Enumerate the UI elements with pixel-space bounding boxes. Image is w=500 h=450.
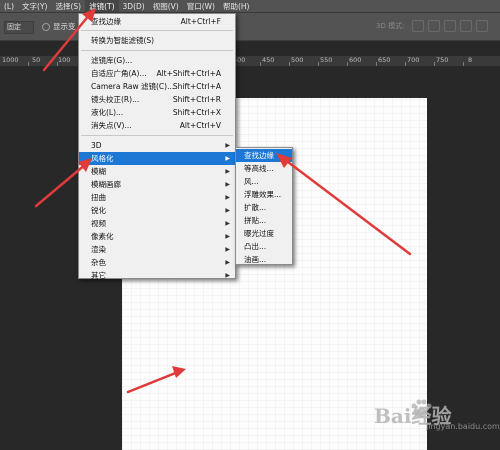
submenu-arrow-icon: ▶ bbox=[225, 155, 230, 162]
mode-select[interactable]: 固定 bbox=[4, 21, 34, 34]
menu-item-distort[interactable]: 扭曲 ▶ bbox=[79, 191, 235, 204]
menu-item-pixelate[interactable]: 像素化 ▶ bbox=[79, 230, 235, 243]
menu-item-camera-raw[interactable]: Camera Raw 滤镜(C)... Shift+Ctrl+A bbox=[79, 80, 235, 93]
menu-item-blur[interactable]: 模糊 ▶ bbox=[79, 165, 235, 178]
menu-item-noise[interactable]: 杂色 ▶ bbox=[79, 256, 235, 269]
filter-dropdown-menu: 查找边缘 Alt+Ctrl+F 转换为智能滤镜(S) 滤镜库(G)... 自适应广… bbox=[78, 13, 236, 282]
watermark-url: jingyan.baidu.com bbox=[426, 422, 500, 431]
submenu-item-find-edges[interactable]: 查找边缘 bbox=[236, 149, 292, 162]
submenu-arrow-icon: ▶ bbox=[225, 142, 230, 149]
ruler-tick-label: 450 bbox=[262, 56, 275, 64]
menu-item-stylize[interactable]: 风格化 ▶ bbox=[79, 152, 235, 165]
menu-item-type[interactable]: 文字(Y) bbox=[18, 0, 51, 12]
menu-item-liquify[interactable]: 液化(L)... Shift+Ctrl+X bbox=[79, 106, 235, 119]
submenu-arrow-icon: ▶ bbox=[225, 220, 230, 227]
menu-item-blur-gallery[interactable]: 模糊画廊 ▶ bbox=[79, 178, 235, 191]
submenu-item-emboss[interactable]: 浮雕效果... bbox=[236, 188, 292, 201]
menu-bar: (L) 文字(Y) 选择(S) 滤镜(T) 3D(D) 视图(V) 窗口(W) … bbox=[0, 0, 500, 13]
menu-item-window[interactable]: 窗口(W) bbox=[183, 0, 219, 12]
slide-3d-icon[interactable] bbox=[460, 20, 472, 32]
stylize-submenu: 查找边缘 等高线... 风... 浮雕效果... 扩散... 拼贴... 曝光过… bbox=[235, 147, 293, 265]
menu-item-edit-partial[interactable]: (L) bbox=[0, 0, 18, 12]
ruler-tick-label: 50 bbox=[32, 56, 41, 64]
ruler-tick-label: 8 bbox=[468, 56, 473, 64]
drag-3d-icon[interactable] bbox=[444, 20, 456, 32]
submenu-item-solarize[interactable]: 曝光过度 bbox=[236, 227, 292, 240]
menu-item-view[interactable]: 视图(V) bbox=[149, 0, 183, 12]
submenu-arrow-icon: ▶ bbox=[225, 168, 230, 175]
submenu-arrow-icon: ▶ bbox=[225, 181, 230, 188]
ruler-tick-label: 500 bbox=[291, 56, 304, 64]
ruler-tick-label: 100 bbox=[58, 56, 71, 64]
menu-separator bbox=[81, 135, 233, 136]
ruler-tick-label: 550 bbox=[320, 56, 333, 64]
menu-item-3d[interactable]: 3D ▶ bbox=[79, 139, 235, 152]
roll-3d-icon[interactable] bbox=[428, 20, 440, 32]
submenu-item-diffuse[interactable]: 扩散... bbox=[236, 201, 292, 214]
menu-item-video[interactable]: 视频 ▶ bbox=[79, 217, 235, 230]
options-bar: 固定 显示变 3D 模式: bbox=[0, 13, 500, 41]
ruler-tick-label: 750 bbox=[436, 56, 449, 64]
submenu-item-oil-paint[interactable]: 油画... bbox=[236, 253, 292, 266]
menu-item-filter[interactable]: 滤镜(T) bbox=[85, 0, 119, 12]
submenu-arrow-icon: ▶ bbox=[225, 259, 230, 266]
show-transform-checkbox[interactable] bbox=[42, 23, 50, 31]
menu-item-render[interactable]: 渲染 ▶ bbox=[79, 243, 235, 256]
submenu-item-wind[interactable]: 风... bbox=[236, 175, 292, 188]
submenu-item-tiles[interactable]: 拼贴... bbox=[236, 214, 292, 227]
submenu-arrow-icon: ▶ bbox=[225, 233, 230, 240]
submenu-arrow-icon: ▶ bbox=[225, 207, 230, 214]
submenu-item-extrude[interactable]: 凸出... bbox=[236, 240, 292, 253]
menu-item-select[interactable]: 选择(S) bbox=[51, 0, 85, 12]
menu-item-3d[interactable]: 3D(D) bbox=[119, 0, 149, 12]
menu-item-sharpen[interactable]: 锐化 ▶ bbox=[79, 204, 235, 217]
show-transform-label: 显示变 bbox=[53, 22, 76, 31]
menu-item-last-filter[interactable]: 查找边缘 Alt+Ctrl+F bbox=[79, 15, 235, 28]
ruler-tick-label: 600 bbox=[349, 56, 362, 64]
ruler-tick-label: 1000 bbox=[2, 56, 19, 64]
baidu-jingyan-watermark: Bai经验 jingyan.baidu.com bbox=[368, 392, 500, 442]
menu-item-vanishing-point[interactable]: 消失点(V)... Alt+Ctrl+V bbox=[79, 119, 235, 132]
menu-item-lens-correction[interactable]: 镜头校正(R)... Shift+Ctrl+R bbox=[79, 93, 235, 106]
menu-item-other[interactable]: 其它 ▶ bbox=[79, 269, 235, 282]
menu-separator bbox=[81, 50, 233, 51]
ruler-tick-label: 700 bbox=[407, 56, 420, 64]
ruler-tick-label: 650 bbox=[378, 56, 391, 64]
mode-3d-label: 3D 模式: bbox=[376, 22, 405, 30]
submenu-arrow-icon: ▶ bbox=[225, 272, 230, 279]
menu-item-convert-smart-filter[interactable]: 转换为智能滤镜(S) bbox=[79, 34, 235, 47]
submenu-arrow-icon: ▶ bbox=[225, 194, 230, 201]
horizontal-ruler: 1000 50 100 150 200 250 300 350 400 450 … bbox=[0, 56, 500, 67]
submenu-arrow-icon: ▶ bbox=[225, 246, 230, 253]
menu-item-help[interactable]: 帮助(H) bbox=[219, 0, 254, 12]
submenu-item-trace-contour[interactable]: 等高线... bbox=[236, 162, 292, 175]
menu-separator bbox=[81, 30, 233, 31]
menu-item-filter-gallery[interactable]: 滤镜库(G)... bbox=[79, 54, 235, 67]
menu-item-adaptive-wide-angle[interactable]: 自适应广角(A)... Alt+Shift+Ctrl+A bbox=[79, 67, 235, 80]
rotate-3d-icon[interactable] bbox=[412, 20, 424, 32]
scale-3d-icon[interactable] bbox=[476, 20, 488, 32]
